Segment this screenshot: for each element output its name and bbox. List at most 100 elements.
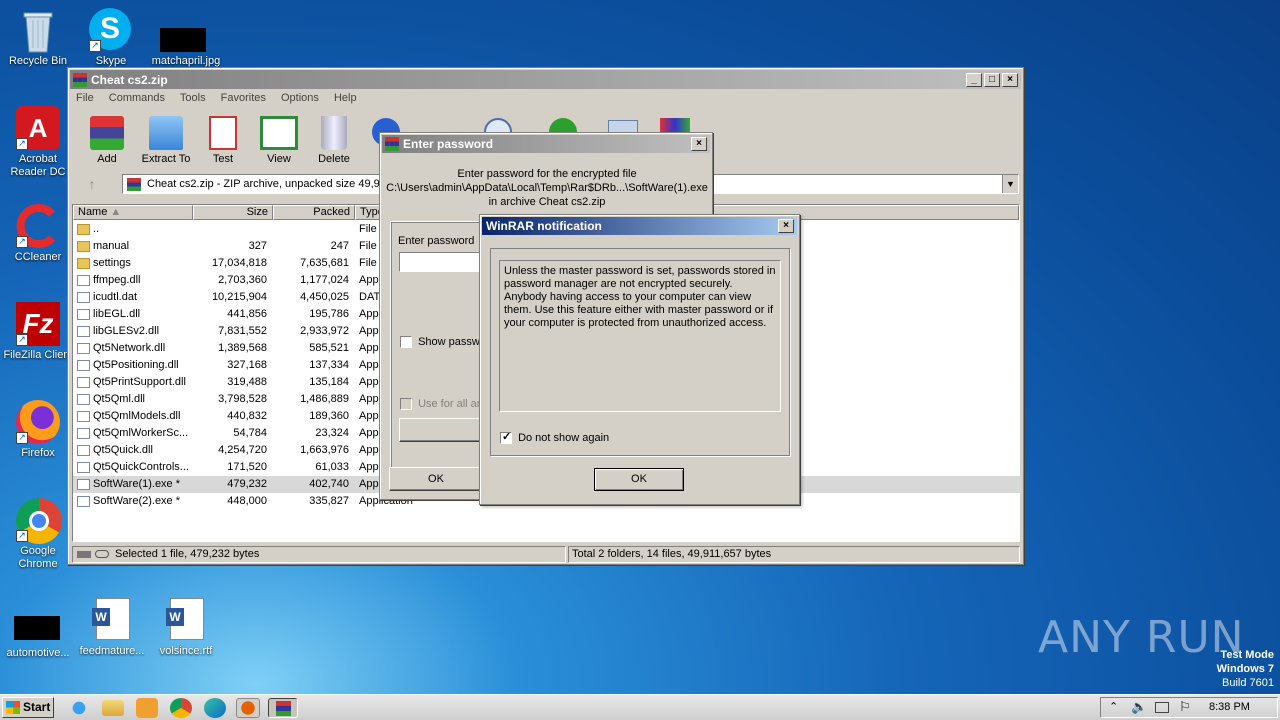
toolbar-delete-button[interactable]: Delete xyxy=(304,116,364,165)
winrar-taskbar-button[interactable] xyxy=(268,698,298,718)
file-icon xyxy=(77,377,90,388)
desktop-icon-acrobat[interactable]: A ↗ Acrobat Reader DC xyxy=(0,106,76,179)
menu-favorites[interactable]: Favorites xyxy=(221,92,266,104)
password-ok-button[interactable]: OK xyxy=(389,467,483,491)
start-button[interactable]: Start xyxy=(2,697,54,718)
desktop-icon-label: volsince.rtf xyxy=(159,645,213,657)
address-dropdown-button[interactable]: ▼ xyxy=(1002,175,1018,193)
action-center-flag-icon[interactable]: ⚐ xyxy=(1179,699,1191,715)
file-packed: 7,635,681 xyxy=(300,257,349,269)
toolbar-test-button[interactable]: Test xyxy=(193,116,253,165)
use-for-all-checkbox[interactable]: Use for all ar xyxy=(400,398,480,411)
desktop-icon-label: Acrobat Reader DC xyxy=(10,153,66,178)
file-explorer-icon[interactable] xyxy=(102,700,124,716)
file-icon xyxy=(77,360,90,371)
chrome-taskbar-icon[interactable] xyxy=(170,698,192,718)
desktop-icon-filezilla[interactable]: Fz ↗ FileZilla Client xyxy=(0,302,76,362)
desktop-icon-recycle-bin[interactable]: Recycle Bin xyxy=(0,8,76,68)
do-not-show-again-checkbox[interactable]: ✓ Do not show again xyxy=(500,431,609,445)
notification-ok-button[interactable]: OK xyxy=(594,468,684,491)
close-button[interactable]: × xyxy=(1002,72,1018,87)
maximize-button[interactable]: □ xyxy=(984,72,1000,87)
clock[interactable]: 8:38 PM xyxy=(1209,701,1250,713)
test-checklist-icon xyxy=(209,116,237,150)
column-name-label: Name xyxy=(78,206,108,218)
checkbox-box xyxy=(400,398,412,411)
desktop-icon-feedmature[interactable]: W feedmature... xyxy=(74,598,150,658)
winrar-app-icon xyxy=(385,137,399,151)
desktop-icon-ccleaner[interactable]: ↗ CCleaner xyxy=(0,204,76,264)
file-size: 171,520 xyxy=(227,461,267,473)
firefox-taskbar-icon[interactable] xyxy=(236,698,260,718)
file-size: 1,389,568 xyxy=(218,342,267,354)
file-name: Qt5Positioning.dll xyxy=(93,359,179,371)
menu-help[interactable]: Help xyxy=(334,92,357,104)
close-button[interactable]: × xyxy=(778,219,794,233)
show-hidden-icons-icon[interactable]: ⌃ xyxy=(1109,700,1118,713)
prompt-line-1: Enter password for the encrypted file xyxy=(457,168,637,180)
file-name: Qt5Qml.dll xyxy=(93,393,145,405)
start-label: Start xyxy=(23,700,51,714)
file-size: 17,034,818 xyxy=(211,257,267,269)
close-button[interactable]: × xyxy=(691,137,707,151)
toolbar-view-button[interactable]: View xyxy=(249,116,309,165)
file-packed: 137,334 xyxy=(309,359,349,371)
edge-icon[interactable] xyxy=(204,698,226,718)
internet-explorer-icon[interactable] xyxy=(68,698,90,718)
file-name: Qt5QmlModels.dll xyxy=(93,410,181,422)
column-name-header[interactable]: Name ▲ xyxy=(73,205,193,220)
network-icon[interactable] xyxy=(1155,702,1169,713)
file-size: 327,168 xyxy=(227,359,267,371)
menu-tools[interactable]: Tools xyxy=(180,92,206,104)
file-size: 448,000 xyxy=(227,495,267,507)
file-packed: 135,184 xyxy=(309,376,349,388)
up-folder-button[interactable]: ↑ xyxy=(76,176,108,194)
file-size: 479,232 xyxy=(227,478,267,490)
notification-title: WinRAR notification xyxy=(486,219,602,233)
file-icon xyxy=(77,462,90,473)
file-size: 54,784 xyxy=(233,427,267,439)
folder-icon xyxy=(77,241,90,252)
menu-options[interactable]: Options xyxy=(281,92,319,104)
desktop-icon-automotive[interactable]: automotive... xyxy=(0,600,76,660)
desktop-icon-label: CCleaner xyxy=(14,251,62,263)
password-field-label: Enter password xyxy=(398,235,475,247)
toolbar-label: Extract To xyxy=(141,153,191,165)
volume-icon[interactable]: 🔈 xyxy=(1131,699,1147,715)
build-text: Build 7601 xyxy=(1222,677,1274,689)
file-packed: 402,740 xyxy=(309,478,349,490)
desktop-icon-chrome[interactable]: ↗ Google Chrome xyxy=(0,498,76,571)
anyrun-watermark: ANY RUN xyxy=(1038,612,1245,663)
checkbox-box xyxy=(400,336,412,349)
column-size-header[interactable]: Size xyxy=(193,205,273,220)
toolbar-add-button[interactable]: Add xyxy=(77,116,137,165)
file-name: .. xyxy=(93,223,100,235)
toolbar-label: Delete xyxy=(318,153,350,165)
file-icon xyxy=(77,428,90,439)
media-player-icon[interactable] xyxy=(136,698,158,718)
file-packed: 1,177,024 xyxy=(300,274,349,286)
trash-icon xyxy=(321,116,347,150)
firefox-icon: ↗ xyxy=(16,400,60,444)
show-password-checkbox[interactable]: Show passwo xyxy=(400,336,486,349)
address-path: Cheat cs2.zip - ZIP archive, unpacked si… xyxy=(147,178,386,190)
winrar-titlebar: Cheat cs2.zip _ □ × xyxy=(70,70,1021,89)
image-file-icon xyxy=(160,8,208,52)
menu-file[interactable]: File xyxy=(76,92,94,104)
file-packed: 61,033 xyxy=(315,461,349,473)
file-packed: 4,450,025 xyxy=(300,291,349,303)
minimize-button[interactable]: _ xyxy=(966,72,982,87)
desktop-icon-skype[interactable]: S ↗ Skype xyxy=(73,8,149,68)
column-packed-header[interactable]: Packed xyxy=(273,205,355,220)
winrar-taskbar-icon xyxy=(276,701,291,716)
file-packed: 195,786 xyxy=(309,308,349,320)
toolbar-extract-button[interactable]: Extract To xyxy=(136,116,196,165)
file-icon xyxy=(77,411,90,422)
file-packed: 2,933,972 xyxy=(300,325,349,337)
menu-commands[interactable]: Commands xyxy=(109,92,165,104)
desktop-icon-firefox[interactable]: ↗ Firefox xyxy=(0,400,76,460)
desktop-icon-volsince[interactable]: W volsince.rtf xyxy=(148,598,224,658)
file-name: manual xyxy=(93,240,130,252)
desktop-icon-matchapril[interactable]: matchapril.jpg xyxy=(148,8,224,68)
zip-archive-icon xyxy=(127,178,141,191)
